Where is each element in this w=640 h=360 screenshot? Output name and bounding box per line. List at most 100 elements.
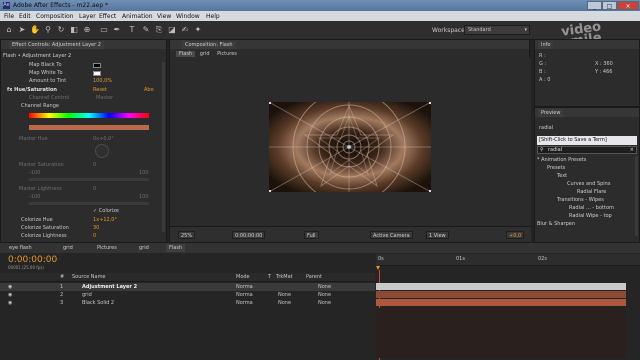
tab-preview[interactable]: Preview [538,109,564,117]
save-term-tooltip[interactable]: [Shift-Click to Save a Term] [537,136,637,145]
layer-mode[interactable]: Norma [236,299,253,307]
views-select[interactable]: 1 View [426,231,449,239]
master-saturation-value[interactable]: 0 [93,161,96,169]
visibility-eye-icon[interactable]: ◉ [8,283,12,291]
map-black-swatch[interactable] [93,63,101,68]
tree-blur-sharpen[interactable]: Blur & Sharpen [537,220,575,228]
handle-top-left[interactable] [269,102,271,104]
composition-stage[interactable] [170,58,531,226]
playhead-icon[interactable]: ▾ [376,264,384,272]
layer-duration-bar[interactable] [376,283,626,290]
current-time[interactable]: 0:00:00:00 [232,231,266,239]
visibility-eye-icon[interactable]: ◉ [8,299,12,307]
layer-row[interactable]: ◉ 1 Adjustment Layer 2 Norma None [0,283,375,291]
handle-bottom-right[interactable] [429,190,431,192]
handle-top-right[interactable] [429,102,431,104]
sub-tab-pictures[interactable]: Pictures [214,51,240,57]
clone-tool-icon[interactable]: ⎘ [154,25,164,35]
tree-radial-wipe-top[interactable]: Radial Wipe - top [569,212,612,220]
menu-view[interactable]: View [157,13,171,20]
effect-controls-scrollbar[interactable] [162,62,165,232]
rotate-tool-icon[interactable]: ↻ [56,25,66,35]
rectangle-tool-icon[interactable]: ▭ [99,25,109,35]
map-white-swatch[interactable] [93,71,101,76]
composition-canvas[interactable] [269,102,431,192]
menu-file[interactable]: File [4,13,14,20]
colorize-lightness-value[interactable]: 0 [93,232,96,240]
zoom-tool-icon[interactable]: ⚲ [43,25,53,35]
minimize-button[interactable]: _ [587,1,602,10]
presets-scrollbar[interactable] [635,156,638,236]
hue-saturation-effect[interactable]: fx Hue/Saturation [7,86,57,94]
text-tool-icon[interactable]: T [127,25,137,35]
close-button[interactable]: × [617,1,639,10]
layer-row[interactable]: ◉ 3 Black Solid 2 Norma None None [0,299,375,307]
camera-select[interactable]: Active Camera [370,231,413,239]
layer-parent[interactable]: None [318,291,331,299]
colorize-hue-value[interactable]: 1x+12,0° [93,216,117,224]
layer-name[interactable]: Black Solid 2 [82,299,114,307]
time-ruler[interactable]: 0s 01s 02s [376,254,640,266]
tab-timeline-eye-flash[interactable]: eye flash [6,244,35,252]
pen-tool-icon[interactable]: ✒ [112,25,122,35]
about-link[interactable]: Abo [144,86,154,94]
tab-timeline-pictures[interactable]: Pictures [94,244,120,252]
menu-layer[interactable]: Layer [79,13,96,20]
clear-search-icon[interactable]: × [630,147,634,154]
pan-behind-tool-icon[interactable]: ⊕ [82,25,92,35]
tab-composition[interactable]: Composition: Flash [182,41,236,49]
resolution-select[interactable]: Full [304,231,319,239]
handle-bottom-left[interactable] [269,190,271,192]
tree-radial-bottom[interactable]: Radial ... - bottom [569,204,614,212]
tab-effect-controls[interactable]: Effect Controls: Adjustment Layer 2 [9,41,104,49]
layer-parent[interactable]: None [318,299,331,307]
exposure-value[interactable]: +0,0 [506,231,525,239]
master-hue-dial[interactable] [95,144,109,158]
hand-tool-icon[interactable]: ✋ [30,25,40,35]
tab-info[interactable]: Info [538,41,554,49]
tree-transitions-wipes[interactable]: Transitions - Wipes [557,196,604,204]
sub-tab-grid[interactable]: grid [197,51,213,57]
colorize-saturation-value[interactable]: 30 [93,224,99,232]
layer-mode[interactable]: Norma [236,291,253,299]
workspace-select[interactable]: Standard ▾ [464,25,530,35]
eraser-tool-icon[interactable]: ◪ [167,25,177,35]
lightness-slider[interactable] [29,202,149,205]
layer-trkmat[interactable]: None [278,299,291,307]
brush-tool-icon[interactable]: ✎ [141,25,151,35]
tree-text[interactable]: Text [557,172,567,180]
layer-name[interactable]: grid [82,291,92,299]
search-history-term[interactable]: radial [539,124,553,132]
effects-search-input[interactable]: ⚲ radial × [537,146,637,154]
menu-composition[interactable]: Composition [36,13,73,20]
layer-parent[interactable]: None [318,283,331,291]
reset-link[interactable]: Reset [93,86,107,94]
layer-duration-bar[interactable] [376,291,626,298]
tab-timeline-grid-2[interactable]: grid [136,244,152,252]
tree-presets[interactable]: Presets [547,164,565,172]
visibility-eye-icon[interactable]: ◉ [8,291,12,299]
menu-animation[interactable]: Animation [122,13,153,20]
timeline-timecode[interactable]: 0:00:00:00 [8,255,57,265]
layer-duration-bar[interactable] [376,299,626,306]
amount-to-tint-value[interactable]: 100,0% [93,77,112,85]
saturation-slider[interactable] [29,178,149,181]
menu-help[interactable]: Help [206,13,220,20]
master-hue-value[interactable]: 0x+0,0° [93,135,114,143]
zoom-select[interactable]: 25% [178,231,196,239]
menu-edit[interactable]: Edit [19,13,31,20]
tree-animation-presets[interactable]: * Animation Presets [537,156,586,164]
home-icon[interactable]: ⌂ [4,25,14,35]
camera-tool-icon[interactable]: ◧ [69,25,79,35]
menu-window[interactable]: Window [176,13,200,20]
tab-timeline-grid[interactable]: grid [60,244,76,252]
master-lightness-value[interactable]: 0 [93,185,96,193]
channel-control-select[interactable]: Master [96,94,113,102]
sub-tab-flash[interactable]: Flash [176,51,196,57]
layer-trkmat[interactable]: None [278,291,291,299]
layer-name[interactable]: Adjustment Layer 2 [82,283,137,291]
menu-effect[interactable]: Effect [99,13,116,20]
maximize-button[interactable]: □ [602,1,617,10]
tab-timeline-flash[interactable]: Flash [166,244,186,252]
puppet-tool-icon[interactable]: ✦ [193,25,203,35]
